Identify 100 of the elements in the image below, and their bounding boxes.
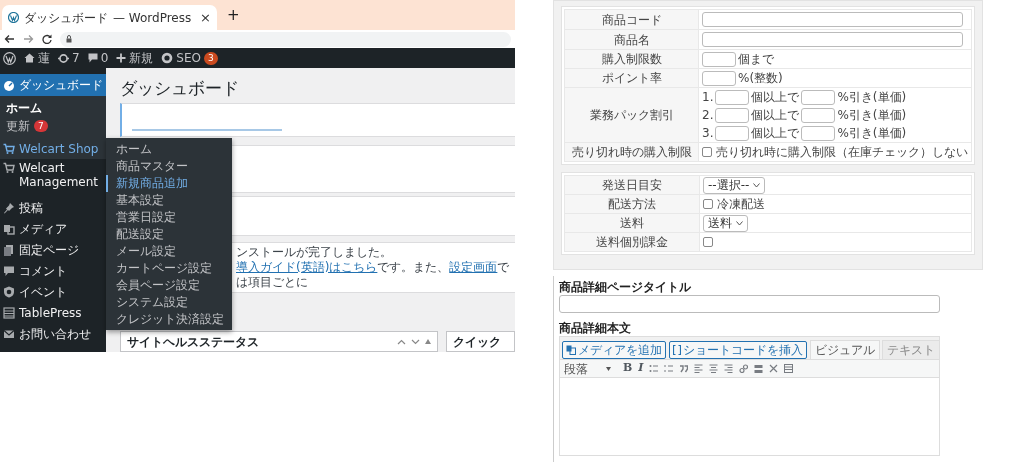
editor-button[interactable]: ショートコードを挿入 [669,341,807,359]
input-field[interactable] [715,107,750,123]
input-field[interactable] [702,70,736,86]
submenu-item[interactable]: 会員ページ設定 [106,277,232,294]
plus-icon [116,53,127,63]
chevron-down-icon[interactable] [411,338,420,345]
tab-title: ダッシュボード [24,9,108,27]
align-center-icon[interactable] [709,364,719,373]
wordpress-logo-icon[interactable] [3,51,16,65]
submenu-item[interactable]: メール設定 [106,243,232,260]
field-name: 売り切れ時の購入制限 [571,145,692,159]
table-icon [3,306,15,319]
link-icon[interactable] [739,364,749,373]
input-field[interactable] [801,107,836,123]
menu-item[interactable]: Welcart Management [0,159,106,191]
input-field[interactable] [702,51,736,67]
input-field[interactable] [559,295,940,313]
reload-icon[interactable] [42,34,52,44]
notice-text: ンストールが完了しました。 導入ガイド(英語)はこちらです。また、設定画面では項目ごとに [236,245,511,290]
new-content-link[interactable]: 新規 [116,49,154,67]
input-field[interactable] [715,125,750,141]
close-button[interactable]: × [200,7,211,28]
field-label: 個以上で [751,89,800,106]
brackets-icon [673,345,681,355]
comments-link[interactable]: 0 [87,49,109,67]
input-field[interactable] [801,125,836,141]
triangle-up-icon[interactable] [425,339,431,344]
submenu-item[interactable]: 商品マスター [106,158,232,175]
editor-button[interactable]: メディアを追加 [562,341,666,359]
field-label: %引き(単価) [837,107,907,124]
menu-item[interactable]: イベント [0,281,106,302]
home-icon [24,53,35,63]
chevron-up-icon[interactable] [397,338,406,345]
numbered-list-icon[interactable] [664,364,674,373]
quote-icon[interactable] [679,364,689,373]
checkbox[interactable] [702,147,712,157]
italic-button[interactable]: I [638,360,644,377]
menu-item[interactable]: TablePress [0,302,106,323]
browser-tab[interactable]: ダッシュボード — WordPress × [2,5,217,30]
field-name: 商品コード [601,12,662,27]
back-icon[interactable] [4,34,15,44]
field-name: 発送日目安 [602,178,662,192]
menu-item[interactable]: ダッシュボード [0,74,106,96]
bulleted-list-icon[interactable] [649,364,659,373]
submenu-item[interactable]: ホーム [106,141,232,158]
submenu-item[interactable]: クレジット決済設定 [106,311,232,328]
align-left-icon[interactable] [694,364,704,373]
link[interactable]: 導入ガイド(英語)はこちら [236,260,378,274]
field-label: 個以上で [751,125,800,142]
menu-item[interactable]: お問い合わせ [0,323,106,344]
input-field[interactable] [702,32,963,47]
forward-icon[interactable] [23,34,34,44]
checkbox[interactable] [703,237,713,247]
notification-badge: 3 [203,51,218,65]
field-label: 1. [702,89,714,106]
field-name: 配送方法 [608,197,656,211]
editor-tab[interactable]: ビジュアル [810,340,880,359]
read-more-icon[interactable] [754,364,764,373]
submenu-item[interactable]: カートページ設定 [106,260,232,277]
submenu-item[interactable]: ホーム [0,99,106,117]
caret-icon [736,220,743,226]
field-label: 個以上で [751,107,800,124]
submenu-item[interactable]: 新規商品追加 [106,175,232,192]
menu-item[interactable]: メディア [0,218,106,239]
input-field[interactable] [702,12,963,27]
link[interactable]: 設定画面 [449,260,498,274]
input-field[interactable] [801,89,836,105]
select-field[interactable]: 送料 [703,214,748,232]
align-right-icon[interactable] [724,364,734,373]
menu-item[interactable]: Welcart Shop [0,138,106,159]
submenu-item[interactable]: システム設定 [106,294,232,311]
format-select[interactable]: 段落 [564,359,611,378]
checkbox[interactable] [703,199,713,209]
cart-icon [3,162,15,174]
fullscreen-icon[interactable] [769,364,779,373]
field-label: %引き(単価) [837,125,907,142]
menu-item[interactable]: コメント [0,260,106,281]
select-field[interactable]: --選択-- [703,176,766,194]
menu-item[interactable]: 投稿 [0,197,106,218]
field-name: ポイント率 [601,71,662,85]
site-name-link[interactable]: 蓮 [24,49,50,67]
updates-link[interactable]: 7 [58,49,80,67]
menu-item[interactable]: 固定ページ [0,239,106,260]
field-label: 商品詳細ページタイトル [559,280,692,294]
new-tab-button[interactable]: + [227,7,240,23]
shield-icon [3,285,15,298]
seo-link[interactable]: SEO 3 [161,49,218,67]
submenu-item[interactable]: 営業日設定 [106,209,232,226]
toolbar-toggle-icon[interactable] [784,364,794,373]
widget-title: クイック [453,333,501,351]
field-label: %(整数) [738,70,783,87]
field-name: 購入制限数 [601,52,662,66]
submenu-item[interactable]: 更新 7 [0,117,106,135]
field-label: 冷凍配送 [717,196,765,213]
speech-bubble-icon [3,264,15,277]
bold-button[interactable]: B [623,360,633,377]
input-field[interactable] [715,89,750,105]
submenu-item[interactable]: 基本設定 [106,192,232,209]
submenu-item[interactable]: 配送設定 [106,226,232,243]
page-title: ダッシュボード [120,78,240,98]
